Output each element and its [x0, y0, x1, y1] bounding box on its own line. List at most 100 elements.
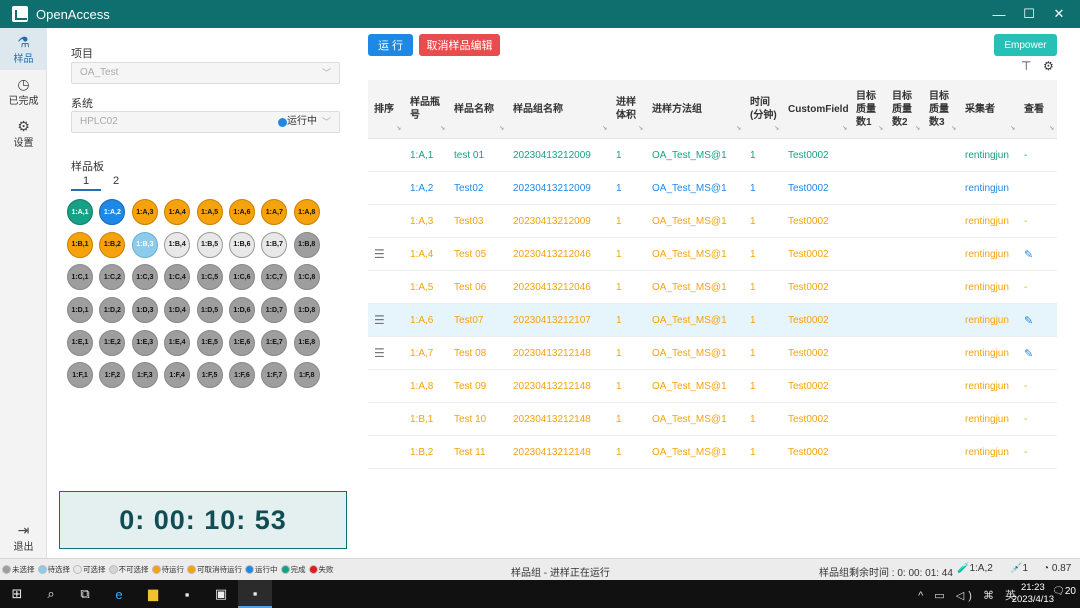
well[interactable]: 1:A,2 — [99, 199, 126, 226]
well[interactable]: 1:E,6 — [228, 329, 255, 356]
edit-icon[interactable]: ✎ — [1024, 315, 1033, 327]
well[interactable]: 1:C,6 — [228, 264, 255, 291]
well[interactable]: 1:C,1 — [67, 264, 93, 291]
column-header[interactable]: 进样方法组 — [646, 80, 744, 138]
table-row[interactable]: ☰ 1:A,6 Test07 20230413212107 1 OA_Test_MS@1 1… — [368, 304, 1057, 337]
notification-icon[interactable]: 🗨20 — [1052, 586, 1076, 597]
column-header[interactable]: 样品组名称 — [507, 80, 610, 138]
well[interactable]: 1:A,3 — [131, 199, 158, 226]
well[interactable]: 1:F,6 — [228, 362, 255, 389]
empower-button[interactable]: Empower — [994, 34, 1057, 56]
column-header[interactable]: 采集者 — [959, 80, 1018, 138]
well[interactable]: 1:D,7 — [261, 297, 288, 324]
well[interactable]: 1:E,3 — [131, 329, 158, 356]
well[interactable]: 1:E,2 — [99, 329, 126, 356]
cancel-sample-edit-button[interactable]: 取消样品编辑 — [419, 34, 500, 56]
edit-icon[interactable]: ✎ — [1024, 249, 1033, 261]
well[interactable]: 1:D,1 — [67, 297, 93, 324]
search-icon[interactable]: ⌕ — [34, 580, 68, 608]
plate-tab-1[interactable]: 1 — [71, 175, 101, 191]
well[interactable]: 1:B,7 — [261, 231, 288, 258]
table-row[interactable]: ☰ 1:A,4 Test 05 20230413212046 1 OA_Test_MS@1… — [368, 238, 1057, 271]
app-window-icon[interactable]: ▣ — [204, 580, 238, 608]
windows-start-icon[interactable]: ⊞ — [0, 580, 34, 608]
column-filter-icon[interactable]: ⊤ — [1021, 59, 1031, 73]
file-explorer-icon[interactable]: ▆ — [136, 580, 170, 608]
well[interactable]: 1:A,8 — [293, 199, 320, 226]
table-row[interactable]: 1:A,8 Test 09 20230413212148 1 OA_Test_MS@1 1… — [368, 370, 1057, 403]
well[interactable]: 1:A,7 — [261, 199, 288, 226]
table-row[interactable]: 1:A,3 Test03 20230413212009 1 OA_Test_MS@1 1 T… — [368, 205, 1057, 238]
drag-cell[interactable]: ☰ — [368, 346, 404, 360]
well[interactable]: 1:C,4 — [164, 264, 191, 291]
well[interactable]: 1:C,8 — [293, 264, 320, 291]
well[interactable]: 1:E,7 — [261, 329, 288, 356]
column-header[interactable]: 排序 — [368, 80, 404, 138]
cell-view[interactable]: ✎ — [1018, 248, 1057, 261]
well[interactable]: 1:B,2 — [99, 231, 126, 258]
table-row[interactable]: ☰ 1:A,7 Test 08 20230413212148 1 OA_Test_MS@1… — [368, 337, 1057, 370]
console-app-icon[interactable]: ▪ — [170, 580, 204, 608]
table-row[interactable]: 1:A,1 test 01 20230413212009 1 OA_Test_MS@1 1… — [368, 139, 1057, 172]
well[interactable]: 1:A,5 — [196, 199, 223, 226]
system-select[interactable]: HPLC02 运行中 ﹀ — [71, 111, 340, 133]
well[interactable]: 1:C,2 — [99, 264, 126, 291]
nav-item-exit[interactable]: ⇥ 退出 — [0, 516, 47, 558]
well[interactable]: 1:C,3 — [131, 264, 158, 291]
well[interactable]: 1:F,5 — [196, 362, 223, 389]
table-row[interactable]: 1:A,2 Test02 20230413212009 1 OA_Test_MS@1 1 T… — [368, 172, 1057, 205]
project-select[interactable]: OA_Test ﹀ — [71, 62, 340, 84]
minimize-button[interactable]: — — [984, 0, 1014, 28]
well[interactable]: 1:B,5 — [196, 231, 223, 258]
close-button[interactable]: ✕ — [1044, 0, 1074, 28]
openaccess-taskbar-icon[interactable]: ▪ — [238, 580, 272, 608]
well[interactable]: 1:D,6 — [228, 297, 255, 324]
column-header[interactable]: 查看 — [1018, 80, 1057, 138]
column-header[interactable]: 进样 体积 — [610, 80, 646, 138]
well[interactable]: 1:D,8 — [293, 297, 320, 324]
run-button[interactable]: 运 行 — [368, 34, 413, 56]
drag-handle-icon[interactable]: ☰ — [374, 346, 385, 360]
drag-handle-icon[interactable]: ☰ — [374, 313, 385, 327]
well[interactable]: 1:A,6 — [228, 199, 255, 226]
table-row[interactable]: 1:B,2 Test 11 20230413212148 1 OA_Test_MS@1 1… — [368, 436, 1057, 469]
well[interactable]: 1:B,4 — [164, 231, 191, 258]
well[interactable]: 1:B,1 — [67, 231, 93, 258]
well[interactable]: 1:F,2 — [99, 362, 126, 389]
well[interactable]: 1:D,2 — [99, 297, 126, 324]
well[interactable]: 1:E,5 — [196, 329, 223, 356]
clock[interactable]: 21:23 2023/4/13 — [1012, 582, 1054, 606]
maximize-button[interactable]: ☐ — [1014, 0, 1044, 28]
edge-browser-icon[interactable]: e — [102, 580, 136, 608]
drag-cell[interactable]: ☰ — [368, 247, 404, 261]
table-row[interactable]: 1:A,5 Test 06 20230413212046 1 OA_Test_MS@1 1… — [368, 271, 1057, 304]
well[interactable]: 1:E,1 — [67, 329, 93, 356]
cell-view[interactable]: ✎ — [1018, 314, 1057, 327]
well[interactable]: 1:B,8 — [293, 231, 320, 258]
well[interactable]: 1:B,3 — [131, 231, 158, 258]
plate-tab-2[interactable]: 2 — [101, 175, 131, 191]
well[interactable]: 1:B,6 — [228, 231, 255, 258]
column-header[interactable]: 样品名称 — [448, 80, 507, 138]
cell-view[interactable]: ✎ — [1018, 347, 1057, 360]
well[interactable]: 1:F,8 — [293, 362, 320, 389]
well[interactable]: 1:F,3 — [131, 362, 158, 389]
column-header[interactable]: 时间 (分钟) — [744, 80, 782, 138]
well[interactable]: 1:F,4 — [164, 362, 191, 389]
gear-icon[interactable]: ⚙ — [1043, 59, 1054, 73]
well[interactable]: 1:D,4 — [164, 297, 191, 324]
column-header[interactable]: CustomField — [782, 80, 850, 138]
task-view-icon[interactable]: ⧉ — [68, 580, 102, 608]
well[interactable]: 1:C,7 — [261, 264, 288, 291]
nav-item-samples[interactable]: ⚗ 样品 — [0, 28, 47, 70]
well[interactable]: 1:F,7 — [261, 362, 288, 389]
well[interactable]: 1:D,5 — [196, 297, 223, 324]
nav-item-completed[interactable]: ◷ 已完成 — [0, 70, 47, 112]
well[interactable]: 1:F,1 — [67, 362, 93, 389]
well[interactable]: 1:E,8 — [293, 329, 320, 356]
column-header[interactable]: 目标 质量 数3 — [923, 80, 959, 138]
well[interactable]: 1:C,5 — [196, 264, 223, 291]
drag-cell[interactable]: ☰ — [368, 313, 404, 327]
edit-icon[interactable]: ✎ — [1024, 348, 1033, 360]
well[interactable]: 1:E,4 — [164, 329, 191, 356]
